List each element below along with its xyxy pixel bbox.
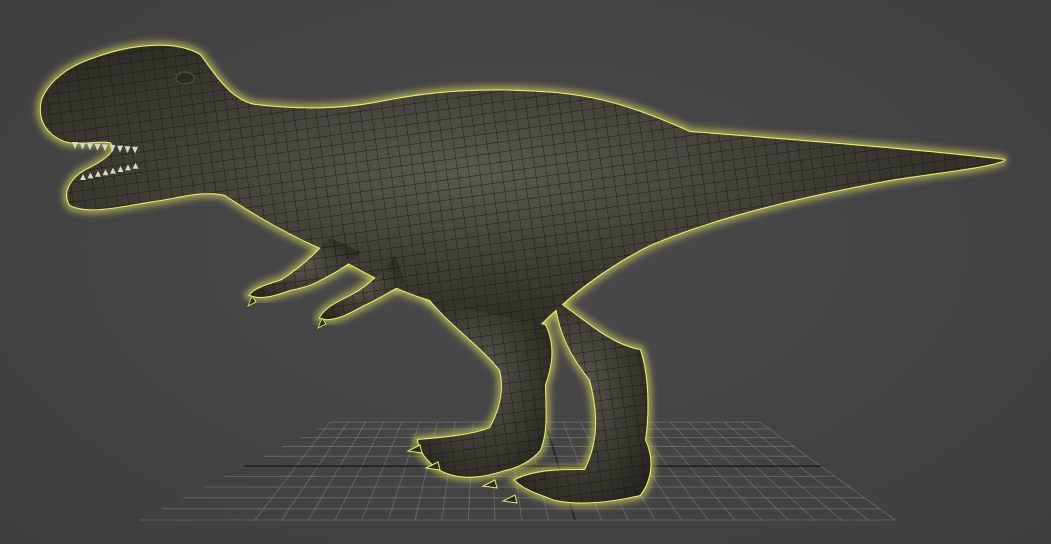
grid-line bbox=[670, 421, 762, 521]
grid-line bbox=[723, 421, 842, 521]
3d-viewport[interactable] bbox=[0, 0, 1051, 544]
grid-line bbox=[759, 421, 896, 521]
grid-line bbox=[361, 421, 403, 521]
claw bbox=[481, 479, 498, 489]
tooth bbox=[102, 144, 108, 152]
grid-line bbox=[281, 421, 349, 521]
tooth bbox=[94, 143, 101, 151]
wireframe-overlay bbox=[40, 45, 1005, 503]
grid-line bbox=[254, 421, 331, 521]
t-rex-mesh[interactable] bbox=[36, 41, 1007, 507]
eye bbox=[175, 71, 195, 85]
grid-line bbox=[334, 421, 385, 521]
grid-line bbox=[307, 421, 367, 521]
front-leg-wireframe bbox=[418, 300, 552, 477]
claw bbox=[501, 494, 518, 504]
scene-canvas[interactable] bbox=[0, 0, 1051, 544]
grid-line bbox=[688, 421, 789, 521]
